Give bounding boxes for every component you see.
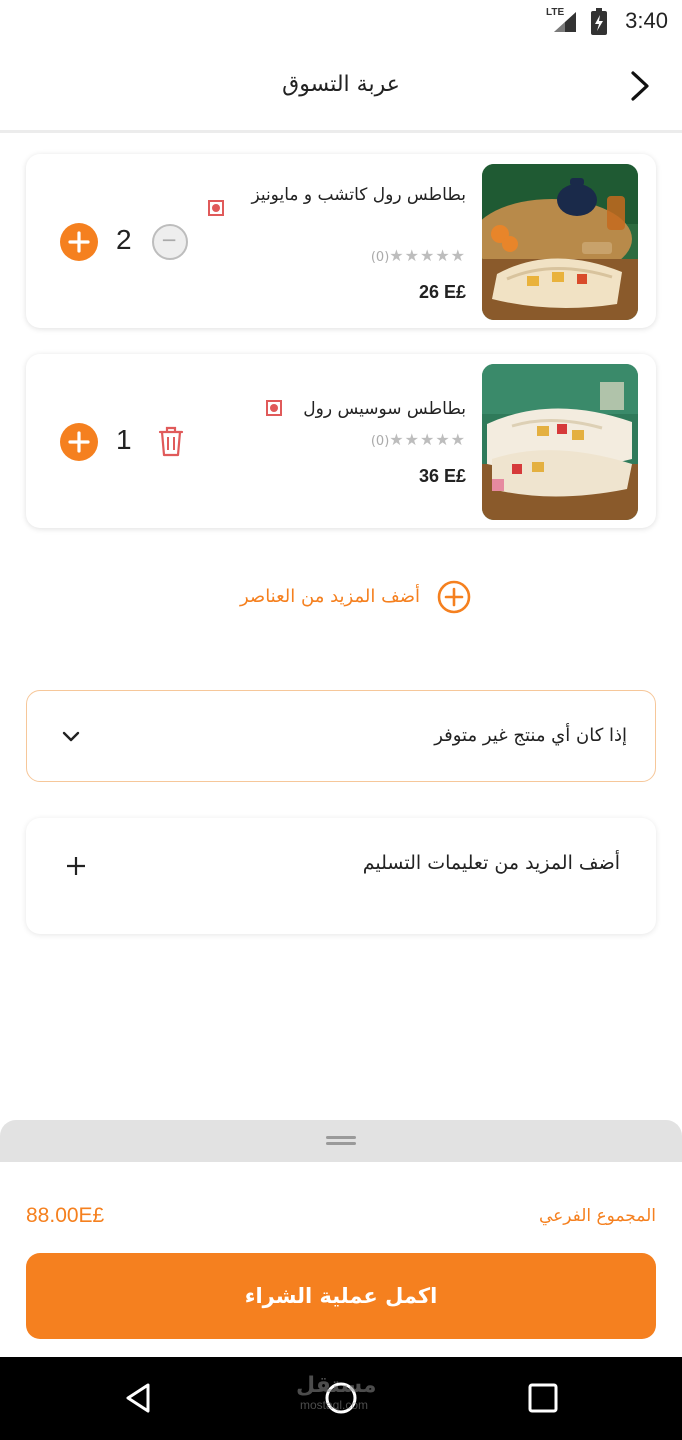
checkout-button[interactable]: اكمل عملية الشراء xyxy=(26,1253,656,1339)
back-chevron-icon[interactable] xyxy=(620,66,660,106)
plus-icon[interactable] xyxy=(64,854,88,878)
product-price: 36 E£ xyxy=(418,466,466,486)
veg-badge-icon xyxy=(208,200,224,216)
add-circle-icon[interactable] xyxy=(436,579,472,615)
rating-stars: ★★★★★(0) xyxy=(371,246,466,265)
star-icon: ★★★★★ xyxy=(389,246,466,265)
page-title: عربة التسوق xyxy=(282,72,400,97)
cart-item: بطاطس رول كاتشب و مايونيز ★★★★★(0) 26 E£… xyxy=(26,154,656,328)
rating-stars: ★★★★★(0) xyxy=(371,430,466,449)
quantity-value: 2 xyxy=(116,224,132,255)
rating-count: (0) xyxy=(370,434,390,449)
app-header: عربة التسوق xyxy=(0,44,682,133)
increase-quantity-button[interactable] xyxy=(60,423,98,461)
quantity-value: 1 xyxy=(116,424,132,455)
product-name[interactable]: بطاطس رول كاتشب و مايونيز xyxy=(236,182,466,209)
signal-icon xyxy=(554,12,576,32)
rating-count: (0) xyxy=(370,250,390,265)
subtotal-value: 88.00E£ xyxy=(26,1204,105,1227)
delete-item-icon[interactable] xyxy=(156,424,186,458)
veg-badge-icon xyxy=(266,400,282,416)
decrease-quantity-button[interactable] xyxy=(152,224,188,260)
drag-handle-icon[interactable] xyxy=(326,1136,356,1146)
dropdown-label: إذا كان أي منتج غير متوفر xyxy=(434,725,627,746)
recents-square-icon[interactable] xyxy=(526,1381,560,1415)
delivery-instructions-label: أضف المزيد من تعليمات التسليم xyxy=(362,852,620,874)
cart-item: بطاطس سوسيس رول ★★★★★(0) 36 E£ 1 xyxy=(26,354,656,528)
add-more-items-link[interactable]: أضف المزيد من العناصر xyxy=(240,586,420,607)
product-image[interactable] xyxy=(482,364,638,520)
product-price: 26 E£ xyxy=(418,282,466,302)
star-icon: ★★★★★ xyxy=(389,430,466,449)
unavailable-item-dropdown[interactable]: إذا كان أي منتج غير متوفر xyxy=(26,690,656,782)
status-time: 3:40 xyxy=(625,8,668,33)
increase-quantity-button[interactable] xyxy=(60,223,98,261)
subtotal-label: المجموع الفرعي xyxy=(538,1206,656,1226)
battery-charging-icon xyxy=(591,8,607,35)
product-name[interactable]: بطاطس سوسيس رول xyxy=(296,396,466,423)
back-triangle-icon[interactable] xyxy=(122,1381,156,1415)
watermark-url: mostaql.com xyxy=(300,1398,369,1412)
product-image[interactable] xyxy=(482,164,638,320)
chevron-down-icon xyxy=(62,731,80,742)
delivery-instructions-section[interactable]: أضف المزيد من تعليمات التسليم xyxy=(26,818,656,934)
status-bar: LTE 3:40 xyxy=(0,0,682,44)
watermark-logo: مستقل xyxy=(296,1373,377,1398)
